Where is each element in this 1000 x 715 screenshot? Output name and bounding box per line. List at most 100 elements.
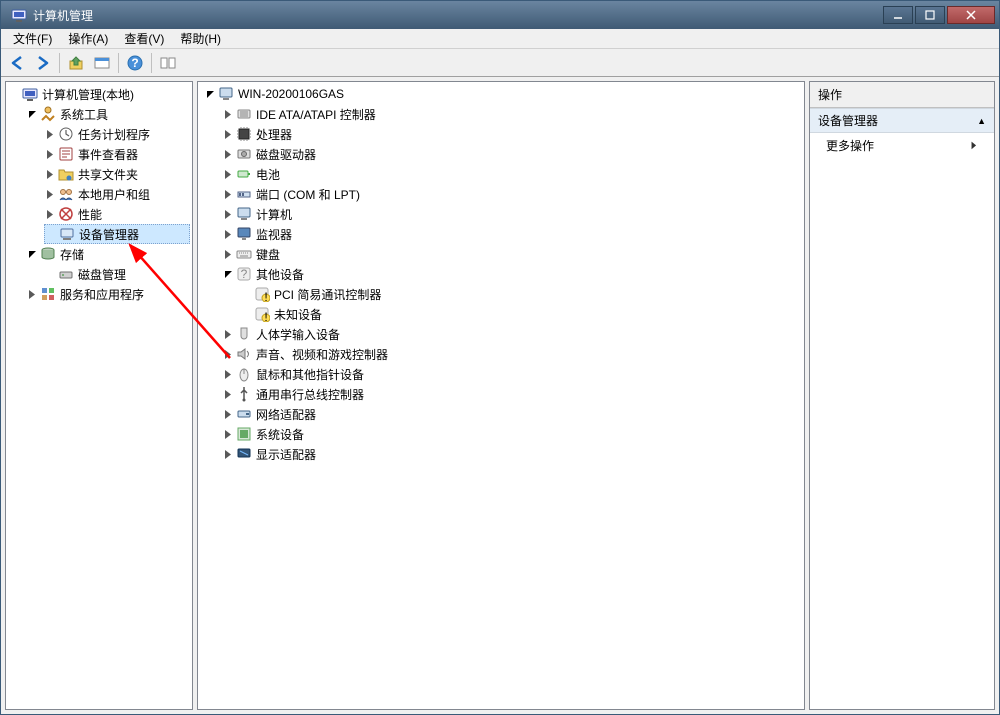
toolbar-view-button[interactable] [156,52,180,74]
keyboard-icon [236,246,252,262]
nav-system-tools[interactable]: 系统工具 [26,104,190,124]
menu-action[interactable]: 操作(A) [60,28,116,49]
toolbar-sep [151,53,152,73]
expand-toggle[interactable] [26,248,38,260]
device-label: 计算机 [256,206,292,223]
device-processors[interactable]: 处理器 [222,124,802,144]
expand-toggle[interactable] [222,208,234,220]
expand-toggle[interactable] [222,168,234,180]
nav-task-scheduler[interactable]: 任务计划程序 [44,124,190,144]
processor-icon [236,126,252,142]
device-system-devices[interactable]: 系统设备 [222,424,802,444]
menu-help[interactable]: 帮助(H) [172,28,229,49]
expand-toggle[interactable] [44,188,56,200]
tools-icon [40,106,56,122]
expand-toggle[interactable] [222,408,234,420]
device-label: 端口 (COM 和 LPT) [256,186,360,203]
nav-root[interactable]: 计算机管理(本地) [8,84,190,104]
device-sound[interactable]: 声音、视频和游戏控制器 [222,344,802,364]
device-unknown[interactable]: 未知设备 [240,304,802,324]
expand-toggle[interactable] [222,188,234,200]
device-monitors[interactable]: 监视器 [222,224,802,244]
device-pci-comm[interactable]: PCI 简易通讯控制器 [240,284,802,304]
device-root[interactable]: WIN-20200106GAS [204,84,802,104]
device-other-devices[interactable]: 其他设备 [222,264,802,284]
device-tree: WIN-20200106GAS IDE ATA/ATAPI 控制器 处理器 磁盘… [198,82,804,466]
event-icon [58,146,74,162]
expand-toggle[interactable] [222,388,234,400]
nav-label: 共享文件夹 [78,166,138,183]
usb-icon [236,386,252,402]
actions-more-label: 更多操作 [826,137,874,154]
device-label: 显示适配器 [256,446,316,463]
nav-tree: 计算机管理(本地) 系统工具 [6,82,192,306]
device-keyboards[interactable]: 键盘 [222,244,802,264]
nav-label: 服务和应用程序 [60,286,144,303]
toolbar-up-button[interactable] [64,52,88,74]
nav-device-manager[interactable]: 设备管理器 [44,224,190,244]
device-hid[interactable]: 人体学输入设备 [222,324,802,344]
toolbar [1,49,999,77]
toolbar-properties-button[interactable] [90,52,114,74]
nav-shared-folders[interactable]: 共享文件夹 [44,164,190,184]
expand-toggle[interactable] [44,208,56,220]
device-disk-drives[interactable]: 磁盘驱动器 [222,144,802,164]
device-usb[interactable]: 通用串行总线控制器 [222,384,802,404]
maximize-button[interactable] [915,6,945,24]
menubar: 文件(F) 操作(A) 查看(V) 帮助(H) [1,29,999,49]
minimize-button[interactable] [883,6,913,24]
device-computer[interactable]: 计算机 [222,204,802,224]
actions-more[interactable]: 更多操作 ▶ [810,133,994,158]
device-label: 其他设备 [256,266,304,283]
device-network[interactable]: 网络适配器 [222,404,802,424]
nav-root-label: 计算机管理(本地) [42,86,134,103]
device-display[interactable]: 显示适配器 [222,444,802,464]
storage-icon [40,246,56,262]
nav-performance[interactable]: 性能 [44,204,190,224]
close-button[interactable] [947,6,995,24]
expand-toggle[interactable] [222,448,234,460]
device-battery[interactable]: 电池 [222,164,802,184]
nav-disk-management[interactable]: 磁盘管理 [44,264,190,284]
collapse-up-icon: ▲ [977,116,986,126]
expand-toggle[interactable] [222,228,234,240]
mouse-icon [236,366,252,382]
device-ide[interactable]: IDE ATA/ATAPI 控制器 [222,104,802,124]
device-manager-icon [59,226,75,242]
expand-toggle[interactable] [44,148,56,160]
app-icon [11,7,27,23]
services-icon [40,286,56,302]
nav-event-viewer[interactable]: 事件查看器 [44,144,190,164]
toolbar-help-button[interactable] [123,52,147,74]
device-mice[interactable]: 鼠标和其他指针设备 [222,364,802,384]
actions-panel: 操作 设备管理器 ▲ 更多操作 ▶ [809,81,995,710]
expand-toggle[interactable] [222,248,234,260]
nav-storage[interactable]: 存储 [26,244,190,264]
menu-file[interactable]: 文件(F) [5,28,60,49]
device-label: 电池 [256,166,280,183]
menu-view[interactable]: 查看(V) [116,28,172,49]
expand-toggle[interactable] [222,268,234,280]
device-ports[interactable]: 端口 (COM 和 LPT) [222,184,802,204]
expand-toggle[interactable] [222,128,234,140]
expand-toggle[interactable] [204,88,216,100]
expand-toggle[interactable] [222,368,234,380]
expand-toggle[interactable] [26,288,38,300]
warning-device-icon [254,306,270,322]
expand-toggle[interactable] [222,328,234,340]
device-label: IDE ATA/ATAPI 控制器 [256,106,376,123]
battery-icon [236,166,252,182]
nav-services-apps[interactable]: 服务和应用程序 [26,284,190,304]
expand-toggle[interactable] [222,348,234,360]
actions-section-title[interactable]: 设备管理器 ▲ [810,108,994,133]
expand-toggle[interactable] [44,168,56,180]
expand-toggle[interactable] [222,148,234,160]
toolbar-back-button[interactable] [5,52,29,74]
nav-label: 设备管理器 [79,226,139,243]
nav-local-users[interactable]: 本地用户和组 [44,184,190,204]
expand-toggle[interactable] [44,128,56,140]
expand-toggle[interactable] [26,108,38,120]
expand-toggle[interactable] [222,428,234,440]
expand-toggle[interactable] [222,108,234,120]
toolbar-forward-button[interactable] [31,52,55,74]
